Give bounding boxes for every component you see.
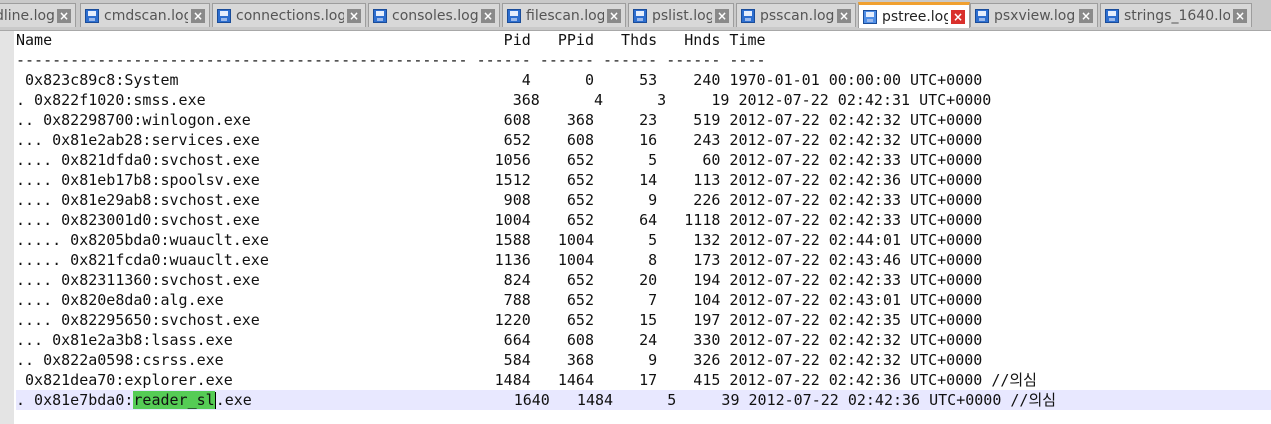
tab-2[interactable]: connections.log × <box>212 3 366 27</box>
header-rule: ----------------------------------------… <box>16 51 766 69</box>
tab-5[interactable]: pslist.log × <box>628 3 734 27</box>
tab-label: strings_1640.log <box>1124 7 1230 24</box>
close-tab-icon[interactable]: × <box>607 8 621 23</box>
close-tab-icon[interactable]: × <box>715 8 729 23</box>
close-tab-icon[interactable]: × <box>951 9 965 24</box>
text-line: ..... 0x8205bda0:wuauclt.exe 1588 1004 5… <box>16 231 983 249</box>
tab-4[interactable]: filescan.log × <box>502 3 626 27</box>
tab-label: psxview.log <box>994 7 1076 24</box>
tab-label: psscan.log <box>760 7 834 24</box>
text-editor[interactable]: Name Pid PPid Thds Hnds Time -----------… <box>16 30 1271 424</box>
tab-label: pslist.log <box>652 7 712 24</box>
tab-label: pstree.log <box>882 8 948 25</box>
text-line: .... 0x82295650:svchost.exe 1220 652 15 … <box>16 311 983 329</box>
tab-1[interactable]: cmdscan.log × <box>80 3 210 27</box>
save-disk-icon <box>217 8 231 23</box>
tab-label: connections.log <box>236 7 344 24</box>
close-tab-icon[interactable]: × <box>481 8 495 23</box>
close-tab-icon[interactable]: × <box>1079 8 1093 23</box>
save-disk-icon <box>975 8 989 23</box>
header-line: Name Pid PPid Thds Hnds Time <box>16 31 766 49</box>
tab-9[interactable]: strings_1640.log × <box>1100 3 1252 27</box>
text-line: 0x823c89c8:System 4 0 53 240 1970-01-01 … <box>16 71 983 89</box>
current-line[interactable]: . 0x81e7bda0:reader_sl.exe 1640 1484 5 3… <box>16 390 1271 410</box>
save-disk-icon <box>373 8 387 23</box>
tab-label: filescan.log <box>526 7 604 24</box>
text-line: 0x821dea70:explorer.exe 1484 1464 17 415… <box>16 371 1037 389</box>
save-disk-icon <box>507 8 521 23</box>
text-line: .... 0x81eb17b8:spoolsv.exe 1512 652 14 … <box>16 171 983 189</box>
save-disk-icon <box>863 9 877 24</box>
text-line: . 0x822f1020:smss.exe 368 4 3 19 2012-07… <box>16 91 992 109</box>
tab-6[interactable]: psscan.log × <box>736 3 856 27</box>
text-line: .... 0x820e8da0:alg.exe 788 652 7 104 20… <box>16 291 983 309</box>
search-highlight: reader_sl <box>133 391 215 409</box>
text-line: .... 0x82311360:svchost.exe 824 652 20 1… <box>16 271 983 289</box>
line-gutter <box>0 31 14 424</box>
close-tab-icon[interactable]: × <box>57 8 71 23</box>
text-line: .. 0x82298700:winlogon.exe 608 368 23 51… <box>16 111 983 129</box>
current-line-prefix: . 0x81e7bda0: <box>16 391 134 409</box>
text-line: ... 0x81e2ab28:services.exe 652 608 16 2… <box>16 131 983 149</box>
text-line: .. 0x822a0598:csrss.exe 584 368 9 326 20… <box>16 351 983 369</box>
tab-label: dline.log <box>0 7 54 24</box>
tab-0[interactable]: dline.log × <box>0 3 76 27</box>
text-line: ... 0x81e2a3b8:lsass.exe 664 608 24 330 … <box>16 331 983 349</box>
text-line: .... 0x81e29ab8:svchost.exe 908 652 9 22… <box>16 191 983 209</box>
text-line: .... 0x823001d0:svchost.exe 1004 652 64 … <box>16 211 983 229</box>
save-disk-icon <box>1105 8 1119 23</box>
save-disk-icon <box>85 8 99 23</box>
current-line-suffix: .exe 1640 1484 5 39 2012-07-22 02:42:36 … <box>215 391 1057 409</box>
save-disk-icon <box>633 8 647 23</box>
tab-8[interactable]: psxview.log × <box>970 3 1098 27</box>
text-line: .... 0x821dfda0:svchost.exe 1056 652 5 6… <box>16 151 983 169</box>
close-tab-icon[interactable]: × <box>837 8 851 23</box>
tab-3[interactable]: consoles.log × <box>368 3 500 27</box>
close-tab-icon[interactable]: × <box>1233 8 1247 23</box>
save-disk-icon <box>741 8 755 23</box>
tab-bar: dline.log × cmdscan.log × connections.log × co… <box>0 0 1271 31</box>
tab-label: cmdscan.log <box>104 7 188 24</box>
tab-7[interactable]: pstree.log × <box>858 2 970 28</box>
tab-label: consoles.log <box>392 7 478 24</box>
text-line: ..... 0x821fcda0:wuauclt.exe 1136 1004 8… <box>16 251 983 269</box>
close-tab-icon[interactable]: × <box>347 8 361 23</box>
close-tab-icon[interactable]: × <box>191 8 205 23</box>
